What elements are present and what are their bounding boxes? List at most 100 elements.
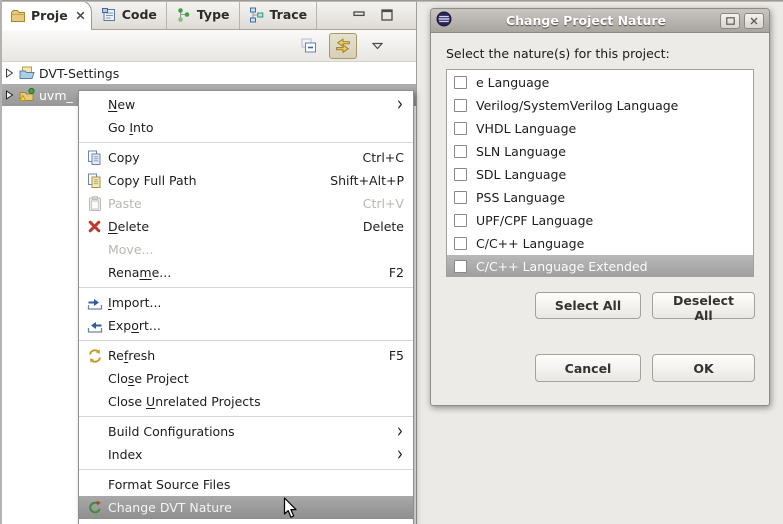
checkbox[interactable] <box>454 76 467 89</box>
submenu-arrow-icon: › <box>397 421 404 441</box>
menu-item-format-source-files[interactable]: Format Source Files <box>79 473 413 496</box>
link-with-editor-icon[interactable] <box>329 33 357 59</box>
nature-label: Verilog/SystemVerilog Language <box>476 98 678 113</box>
view-toolbar <box>0 30 416 62</box>
trace-hierarchy-icon <box>249 7 265 23</box>
dialog-close-icon[interactable] <box>744 13 764 29</box>
menu-separator <box>79 142 413 143</box>
menu-separator <box>79 416 413 417</box>
menu-item-change-dvt-nature[interactable]: Change DVT Nature <box>79 496 413 519</box>
checkbox[interactable] <box>454 214 467 227</box>
checkbox[interactable] <box>454 168 467 181</box>
menu-item-new[interactable]: New › <box>79 93 413 116</box>
menu-item-rename[interactable]: Rename... F2 <box>79 261 413 284</box>
nature-row-e-language[interactable]: e Language <box>447 71 753 94</box>
uvm-project-folder-icon <box>19 87 35 103</box>
type-hierarchy-icon <box>176 7 192 23</box>
view-window-buttons <box>352 0 416 29</box>
menu-item-export[interactable]: Export... <box>79 314 413 337</box>
tab-label: Code <box>122 7 157 22</box>
menu-item-refresh[interactable]: Refresh F5 <box>79 344 413 367</box>
shortcut: F2 <box>371 265 404 280</box>
eclipse-window: Proje Code Type Tr <box>0 0 783 524</box>
menu-separator <box>79 469 413 470</box>
collapse-all-icon[interactable] <box>298 35 320 57</box>
menu-item-build-configurations[interactable]: Build Configurations › <box>79 420 413 443</box>
checkbox[interactable] <box>454 191 467 204</box>
checkbox[interactable] <box>454 145 467 158</box>
dialog-prompt: Select the nature(s) for this project: <box>446 46 754 61</box>
deselect-all-button[interactable]: Deselect All <box>652 292 755 319</box>
window-frame-left <box>0 0 2 524</box>
shortcut: Ctrl+C <box>345 150 404 165</box>
eclipse-icon <box>436 11 452 31</box>
nature-row-c-cpp-extended[interactable]: C/C++ Language Extended <box>447 255 753 277</box>
tab-label: Type <box>197 7 230 22</box>
tab-close-icon[interactable] <box>76 11 85 20</box>
view-tabbar: Proje Code Type Tr <box>0 0 416 30</box>
tab-code[interactable]: Code <box>92 0 167 29</box>
nature-label: UPF/CPF Language <box>476 213 593 228</box>
checkbox[interactable] <box>454 237 467 250</box>
expander-icon[interactable] <box>5 90 15 100</box>
nature-row-upf-cpf[interactable]: UPF/CPF Language <box>447 209 753 232</box>
dialog-action-buttons-row: Cancel OK <box>445 354 755 382</box>
ok-button[interactable]: OK <box>652 354 755 382</box>
delete-icon <box>85 219 104 235</box>
dialog-titlebar[interactable]: Change Project Nature <box>431 9 769 33</box>
dialog-maximize-icon[interactable] <box>720 13 740 29</box>
nature-row-sln[interactable]: SLN Language <box>447 140 753 163</box>
window-frame-top <box>0 0 783 2</box>
cancel-button[interactable]: Cancel <box>535 354 641 382</box>
tab-projects[interactable]: Proje <box>0 0 92 30</box>
tab-trace[interactable]: Trace <box>240 0 318 29</box>
dialog-title: Change Project Nature <box>456 13 716 28</box>
menu-separator <box>79 340 413 341</box>
checkbox[interactable] <box>454 260 467 273</box>
nature-row-vhdl[interactable]: VHDL Language <box>447 117 753 140</box>
menu-item-close-project[interactable]: Close Project <box>79 367 413 390</box>
nature-row-c-cpp[interactable]: C/C++ Language <box>447 232 753 255</box>
submenu-arrow-icon: › <box>397 94 404 114</box>
nature-label: e Language <box>476 75 549 90</box>
maximize-icon[interactable] <box>380 8 394 22</box>
nature-label: SDL Language <box>476 167 566 182</box>
menu-item-go-into[interactable]: Go Into <box>79 116 413 139</box>
nature-label: PSS Language <box>476 190 565 205</box>
projects-folder-icon <box>10 8 26 24</box>
tree-item-dvt-settings[interactable]: DVT-Settings <box>0 62 416 84</box>
import-icon <box>85 295 104 311</box>
nature-label: C/C++ Language Extended <box>476 259 648 274</box>
dvt-nature-icon <box>85 500 104 516</box>
menu-item-import[interactable]: Import... <box>79 291 413 314</box>
expander-icon[interactable] <box>5 68 15 78</box>
tab-types[interactable]: Type <box>167 0 240 29</box>
nature-label: C/C++ Language <box>476 236 584 251</box>
menu-item-index[interactable]: Index › <box>79 443 413 466</box>
nature-row-verilog[interactable]: Verilog/SystemVerilog Language <box>447 94 753 117</box>
checkbox[interactable] <box>454 99 467 112</box>
shortcut: Shift+Alt+P <box>312 173 404 188</box>
select-buttons-row: Select All Deselect All <box>445 292 755 319</box>
copy-icon <box>85 150 104 166</box>
checkbox[interactable] <box>454 122 467 135</box>
menu-item-paste: Paste Ctrl+V <box>79 192 413 215</box>
view-menu-icon[interactable] <box>366 35 388 57</box>
shortcut: F5 <box>371 348 404 363</box>
nature-row-sdl[interactable]: SDL Language <box>447 163 753 186</box>
menu-item-copy[interactable]: Copy Ctrl+C <box>79 146 413 169</box>
menu-item-delete[interactable]: Delete Delete <box>79 215 413 238</box>
tree-item-label: uvm_ <box>39 88 73 103</box>
select-all-button[interactable]: Select All <box>535 292 641 319</box>
nature-row-pss[interactable]: PSS Language <box>447 186 753 209</box>
tab-label: Trace <box>270 7 308 22</box>
menu-item-close-unrelated-projects[interactable]: Close Unrelated Projects <box>79 390 413 413</box>
mouse-cursor <box>283 497 298 523</box>
change-project-nature-dialog: Change Project Nature Select the nature(… <box>430 8 770 406</box>
nature-list: e Language Verilog/SystemVerilog Languag… <box>446 69 754 277</box>
code-view-icon <box>101 7 117 23</box>
menu-item-copy-full-path[interactable]: Copy Full Path Shift+Alt+P <box>79 169 413 192</box>
tree-item-label: DVT-Settings <box>39 66 119 81</box>
minimize-icon[interactable] <box>352 8 366 22</box>
shortcut: Ctrl+V <box>345 196 404 211</box>
